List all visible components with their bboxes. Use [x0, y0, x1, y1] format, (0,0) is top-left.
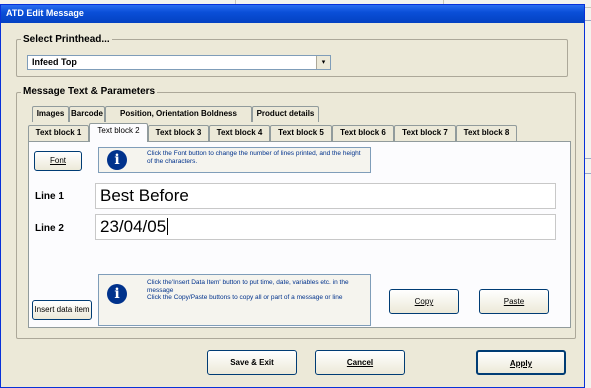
text-block-panel: Font i Click the Font button to change t…: [28, 141, 571, 328]
line-2-value: 23/04/05: [100, 217, 167, 236]
tab-text-block-8[interactable]: Text block 8: [456, 125, 517, 141]
chevron-down-icon[interactable]: ▾: [316, 56, 330, 69]
printhead-selected-value: Infeed Top: [32, 57, 77, 67]
tab-text-block-2[interactable]: Text block 2: [89, 123, 148, 142]
line-1-input[interactable]: Best Before: [95, 183, 556, 209]
copy-button[interactable]: Copy: [389, 289, 459, 314]
insert-data-item-label: Insert data item: [34, 305, 90, 314]
paste-button-label: Paste: [503, 297, 525, 306]
tab-images[interactable]: Images: [32, 106, 69, 122]
info-icon: i: [107, 284, 127, 304]
insert-data-item-button[interactable]: Insert data item: [32, 300, 92, 320]
background-line: [584, 158, 591, 159]
tab-product-details[interactable]: Product details: [252, 106, 319, 122]
font-button[interactable]: Font: [34, 151, 82, 171]
tab-text-block-4[interactable]: Text block 4: [209, 125, 270, 141]
background-line: [584, 20, 591, 21]
background-line: [584, 173, 591, 174]
save-exit-label: Save & Exit: [230, 358, 274, 367]
line-1-label: Line 1: [35, 191, 64, 202]
text-caret: [167, 218, 169, 235]
tab-text-block-1[interactable]: Text block 1: [28, 125, 89, 141]
tab-row-2: Text block 1 Text block 2 Text block 3 T…: [28, 123, 548, 142]
info-icon: i: [107, 150, 127, 170]
tab-text-block-6[interactable]: Text block 6: [332, 125, 394, 141]
cancel-button[interactable]: Cancel: [315, 350, 405, 375]
insert-info-box: i Click the'Insert Data Item' button to …: [98, 274, 371, 326]
cancel-label: Cancel: [346, 358, 374, 367]
background-app-edge: [584, 8, 591, 388]
insert-info-text: Click the'Insert Data Item' button to pu…: [147, 279, 349, 301]
copy-button-label: Copy: [414, 297, 434, 306]
apply-button[interactable]: Apply: [476, 350, 566, 375]
font-info-box: i Click the Font button to change the nu…: [98, 147, 371, 173]
tab-position-orientation-boldness[interactable]: Position, Orientation Boldness: [105, 106, 252, 122]
line-1-value: Best Before: [100, 186, 189, 205]
line-2-label: Line 2: [35, 223, 64, 234]
tab-text-block-7[interactable]: Text block 7: [394, 125, 456, 141]
tab-text-block-3[interactable]: Text block 3: [148, 125, 209, 141]
save-exit-button[interactable]: Save & Exit: [207, 350, 297, 375]
font-info-text: Click the Font button to change the numb…: [147, 150, 361, 165]
font-button-label: Font: [49, 156, 66, 165]
paste-button[interactable]: Paste: [479, 289, 549, 314]
printhead-group-label: Select Printhead...: [21, 34, 112, 45]
tab-text-block-5[interactable]: Text block 5: [270, 125, 332, 141]
params-group-label: Message Text & Parameters: [21, 86, 158, 97]
edit-message-dialog: ATD Edit Message Select Printhead... Inf…: [0, 4, 585, 388]
printhead-select[interactable]: Infeed Top ▾: [27, 55, 331, 70]
apply-label: Apply: [509, 359, 533, 368]
line-2-input[interactable]: 23/04/05: [95, 214, 556, 240]
window-title: ATD Edit Message: [6, 8, 84, 18]
tab-row-1: Images Barcode Position, Orientation Bol…: [32, 106, 352, 122]
title-bar[interactable]: ATD Edit Message: [1, 5, 584, 23]
tab-barcode[interactable]: Barcode: [69, 106, 105, 122]
